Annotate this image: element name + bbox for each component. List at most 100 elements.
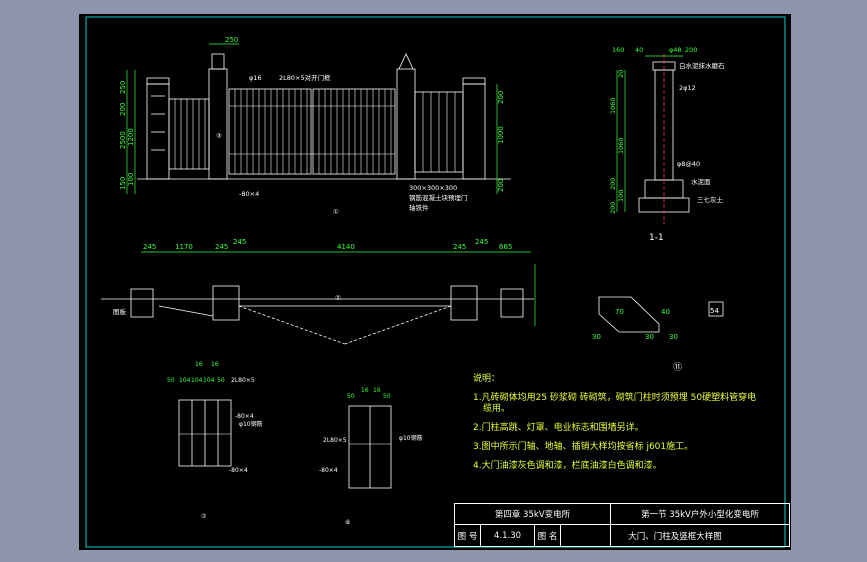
elev-label: -80×4 bbox=[239, 190, 259, 198]
sec-label: φ8@40 bbox=[677, 160, 700, 168]
notes: 说明： 1.凡砖砌体均用25 砂浆砌 砖砌筑，砌筑门柱时须预埋 50硬塑料管穿电… bbox=[473, 370, 798, 476]
left-pier bbox=[146, 83, 170, 180]
sec-dim-left: 200 bbox=[609, 178, 617, 190]
sec-label: 三七灰土 bbox=[697, 195, 724, 204]
d11-dim: 70 bbox=[615, 308, 624, 316]
plan-pier bbox=[500, 288, 524, 318]
sec-dim-top: 200 bbox=[685, 46, 697, 54]
d11-dim: 40 bbox=[661, 308, 670, 316]
sec-dim-left: 200 bbox=[609, 202, 617, 214]
d7-dim: 104 bbox=[203, 377, 215, 384]
gate-plan bbox=[101, 285, 534, 345]
plan-dim: 4140 bbox=[337, 243, 355, 251]
sec-dim-left: 100 bbox=[617, 190, 625, 202]
d7-dim: 104 bbox=[191, 377, 203, 384]
tb-drawing-no-label: 图 号 bbox=[457, 531, 478, 542]
sec-dim-top: 160 bbox=[612, 46, 624, 54]
d7-dim: 104 bbox=[179, 377, 191, 384]
note-line: 2.门柱高跳、灯罩、电业标志和围墙另详。 bbox=[473, 423, 644, 433]
elevation-dimensions bbox=[126, 43, 498, 194]
tb-chapter: 第四章 35kV变电所 bbox=[494, 510, 571, 520]
sec-label: 水泥面 bbox=[691, 177, 711, 186]
elev-dim-right: 200 bbox=[497, 179, 505, 192]
tb-section: 第一节 35kV户外小型化变电所 bbox=[641, 510, 759, 520]
sec-dim-left: 20 bbox=[617, 70, 625, 78]
sec-title: 1-1 bbox=[649, 233, 664, 243]
plan-dim: 245 bbox=[233, 238, 246, 246]
d7-label: φ10钢筋 bbox=[239, 420, 263, 428]
elev-dim-left: 150 bbox=[119, 177, 127, 190]
tb-drawing-name: 大门、门柱及竖框大样图 bbox=[628, 531, 722, 542]
sec-label: 白水泥抹水磨石 bbox=[679, 61, 725, 70]
plan-label: ② bbox=[335, 294, 341, 302]
elev-dim-left: 250 bbox=[119, 81, 127, 94]
elev-dim-right: 200 bbox=[497, 91, 505, 104]
gate-elevation bbox=[137, 53, 511, 180]
gate-pier-left bbox=[208, 68, 228, 180]
section-1-1 bbox=[638, 54, 690, 224]
sec-dim-left: 1060 bbox=[617, 137, 625, 154]
plan-pier bbox=[450, 285, 478, 321]
elev-label: 轴铁件 bbox=[409, 203, 429, 212]
d8-dim: 16 bbox=[361, 387, 369, 394]
plan-dim: 1170 bbox=[175, 243, 193, 251]
gate-pier-right bbox=[396, 68, 416, 180]
drawing-sheet: 250 250 200 1200 2500 100 150 200 1000 2… bbox=[79, 14, 791, 550]
sec-dim-top: φ48 bbox=[669, 46, 682, 54]
tb-drawing-no: 4.1.30 bbox=[493, 530, 522, 541]
gate-leaf-right bbox=[312, 88, 396, 175]
elev-label: 钢筋混凝土块预埋门 bbox=[409, 193, 468, 202]
elev-label: ① bbox=[333, 208, 339, 216]
d8-label: φ10钢筋 bbox=[399, 434, 423, 442]
gate-leaf-left bbox=[228, 88, 312, 175]
d11-dim: 30 bbox=[669, 333, 678, 341]
tb-drawing-name-label: 图 名 bbox=[537, 531, 558, 542]
sec-dim-top: 40 bbox=[635, 46, 643, 54]
d8-label: ⑧ bbox=[345, 519, 350, 526]
right-pier bbox=[462, 83, 486, 180]
plan-dim: 245 bbox=[215, 243, 228, 251]
detail-8 bbox=[348, 405, 392, 489]
elev-dim-left: 200 bbox=[119, 103, 127, 116]
elev-dim-left: 2500 bbox=[119, 131, 127, 149]
elev-label: ③ bbox=[216, 132, 222, 140]
d7-dim: 16 bbox=[195, 361, 203, 368]
d7-label: -80×4 bbox=[235, 413, 254, 420]
d7-label: 2L80×5 bbox=[231, 377, 255, 384]
plan-dim: 245 bbox=[143, 243, 156, 251]
d8-dim: 50 bbox=[347, 393, 355, 400]
d8-label: -80×4 bbox=[319, 467, 338, 474]
d7-dim: 50 bbox=[167, 377, 175, 384]
detail-7 bbox=[178, 399, 232, 467]
elev-label: 2L80×5对开门框 bbox=[279, 73, 331, 82]
sec-dim-left: 1060 bbox=[609, 97, 617, 114]
d7-label: -80×4 bbox=[229, 467, 248, 474]
plan-pier bbox=[130, 288, 154, 318]
elev-label: φ16 bbox=[249, 74, 262, 82]
elev-label: 300×300×300 bbox=[409, 184, 457, 192]
elev-dim-left: 100 bbox=[127, 173, 135, 186]
d8-dim: 50 bbox=[383, 393, 391, 400]
elev-dim-top: 250 bbox=[225, 36, 238, 44]
plan-dim: 245 bbox=[453, 243, 466, 251]
note-line: 4.大门油漆灰色调和漆，栏底油漆白色调和漆。 bbox=[473, 461, 662, 471]
elev-dim-right: 1000 bbox=[497, 126, 505, 144]
plan-pier bbox=[212, 285, 240, 321]
plan-dim: 245 bbox=[475, 238, 488, 246]
d11-dim: 54 bbox=[710, 307, 719, 315]
notes-title: 说明： bbox=[473, 374, 501, 384]
d11-dim: 30 bbox=[645, 333, 654, 341]
plan-label: 图板 bbox=[113, 307, 127, 316]
d11-dim: 30 bbox=[592, 333, 601, 341]
sec-label: 2φ12 bbox=[679, 84, 696, 92]
note-line: 3.图中所示门轴、地轴、插销大样均按省标 j601施工。 bbox=[473, 442, 694, 452]
title-block: 第四章 35kV变电所 第一节 35kV户外小型化变电所 图 号 4.1.30 … bbox=[454, 503, 790, 547]
plan-dim: 665 bbox=[499, 243, 512, 251]
note-line: 1.凡砖砌体均用25 砂浆砌 砖砌筑，砌筑门柱时须预埋 50硬塑料管穿电 bbox=[473, 393, 757, 403]
d8-label: 2L80×5 bbox=[323, 437, 347, 444]
elev-dim-left: 1200 bbox=[127, 128, 135, 146]
d7-dim: 50 bbox=[217, 377, 225, 384]
d7-label: ⑦ bbox=[201, 513, 207, 520]
d8-dim: 16 bbox=[373, 387, 381, 394]
d7-dim: 16 bbox=[211, 361, 219, 368]
